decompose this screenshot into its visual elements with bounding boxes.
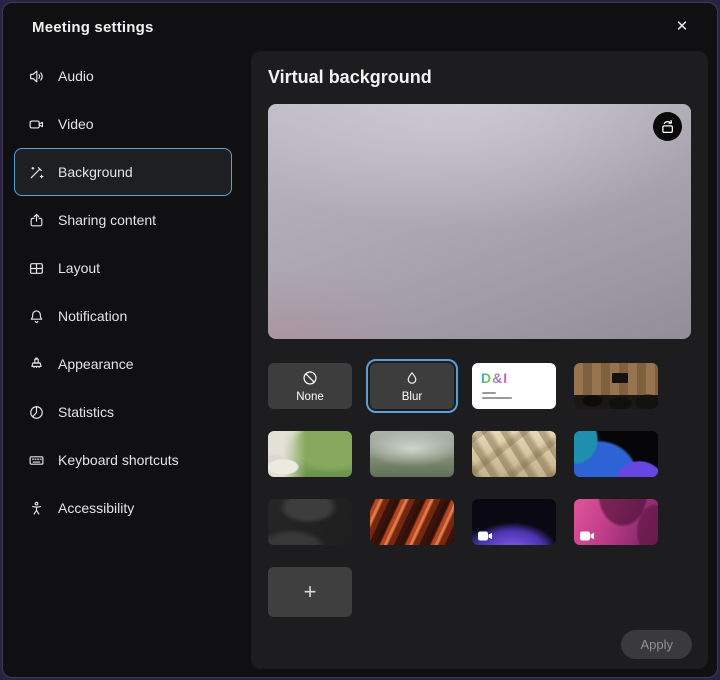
- sidebar-item-label: Appearance: [58, 356, 134, 372]
- background-thumbnail-grid: None Blur D&I: [268, 363, 658, 613]
- sidebar-item-label: Sharing content: [58, 212, 156, 228]
- magic-wand-icon: [28, 164, 45, 181]
- sidebar-item-layout[interactable]: Layout: [14, 244, 232, 292]
- background-thumbnail-magenta-video[interactable]: [574, 499, 658, 545]
- background-thumbnail-window-shadows[interactable]: [472, 431, 556, 477]
- share-icon: [28, 212, 45, 229]
- accessibility-icon: [28, 500, 45, 517]
- virtual-background-panel: Virtual background None Blur: [251, 51, 708, 669]
- sidebar-item-audio[interactable]: Audio: [14, 52, 232, 100]
- paintbrush-icon: [28, 356, 45, 373]
- sidebar-item-statistics[interactable]: Statistics: [14, 388, 232, 436]
- bell-icon: [28, 308, 45, 325]
- background-thumbnail-blurred-mountains[interactable]: [370, 431, 454, 477]
- sidebar-item-label: Statistics: [58, 404, 114, 420]
- sidebar-item-notification[interactable]: Notification: [14, 292, 232, 340]
- sidebar-item-label: Video: [58, 116, 94, 132]
- keyboard-icon: [28, 452, 45, 469]
- background-option-none[interactable]: None: [268, 363, 352, 409]
- background-thumbnail-lava-texture[interactable]: [370, 499, 454, 545]
- option-label: None: [296, 391, 324, 403]
- background-thumbnail-office-interior[interactable]: [574, 363, 658, 409]
- sidebar-item-label: Notification: [58, 308, 127, 324]
- background-option-blur[interactable]: Blur: [370, 363, 454, 409]
- sidebar-item-label: Accessibility: [58, 500, 134, 516]
- layout-grid-icon: [28, 260, 45, 277]
- sidebar-item-label: Keyboard shortcuts: [58, 452, 179, 468]
- prohibited-icon: [301, 369, 319, 390]
- close-icon[interactable]: ✕: [669, 14, 695, 40]
- background-thumbnail-purple-glow-video[interactable]: [472, 499, 556, 545]
- logo-caption-line: [482, 392, 496, 394]
- option-label: Blur: [402, 391, 422, 403]
- video-camera-icon: [580, 529, 595, 539]
- d-and-i-logo: D&I: [481, 370, 508, 386]
- background-thumbnail-dark-wave[interactable]: [268, 499, 352, 545]
- logo-caption-line: [482, 397, 512, 399]
- panel-heading: Virtual background: [268, 67, 691, 88]
- background-thumbnail-abstract-blue[interactable]: [574, 431, 658, 477]
- sidebar-item-video[interactable]: Video: [14, 100, 232, 148]
- sidebar-item-sharing-content[interactable]: Sharing content: [14, 196, 232, 244]
- meeting-settings-dialog: Meeting settings ✕ Audio Video Backgr: [2, 2, 718, 678]
- flip-camera-icon[interactable]: [653, 112, 682, 141]
- video-camera-icon: [28, 116, 45, 133]
- speaker-icon: [28, 68, 45, 85]
- settings-sidebar: Audio Video Background Sharing content: [3, 51, 251, 677]
- video-camera-icon: [478, 529, 493, 539]
- background-thumbnail-garden-patio[interactable]: [268, 431, 352, 477]
- apply-button[interactable]: Apply: [621, 630, 692, 659]
- water-drop-icon: [404, 370, 420, 390]
- background-thumbnail-d-and-i[interactable]: D&I: [472, 363, 556, 409]
- title-bar: Meeting settings ✕: [3, 3, 717, 51]
- sidebar-item-label: Audio: [58, 68, 94, 84]
- dialog-title: Meeting settings: [32, 19, 154, 36]
- camera-preview: [268, 104, 691, 339]
- sidebar-item-background[interactable]: Background: [14, 148, 232, 196]
- sidebar-item-accessibility[interactable]: Accessibility: [14, 484, 232, 532]
- add-background-button[interactable]: +: [268, 567, 352, 617]
- sidebar-item-keyboard-shortcuts[interactable]: Keyboard shortcuts: [14, 436, 232, 484]
- sidebar-item-label: Background: [58, 164, 133, 180]
- pie-chart-icon: [28, 404, 45, 421]
- sidebar-item-label: Layout: [58, 260, 100, 276]
- sidebar-item-appearance[interactable]: Appearance: [14, 340, 232, 388]
